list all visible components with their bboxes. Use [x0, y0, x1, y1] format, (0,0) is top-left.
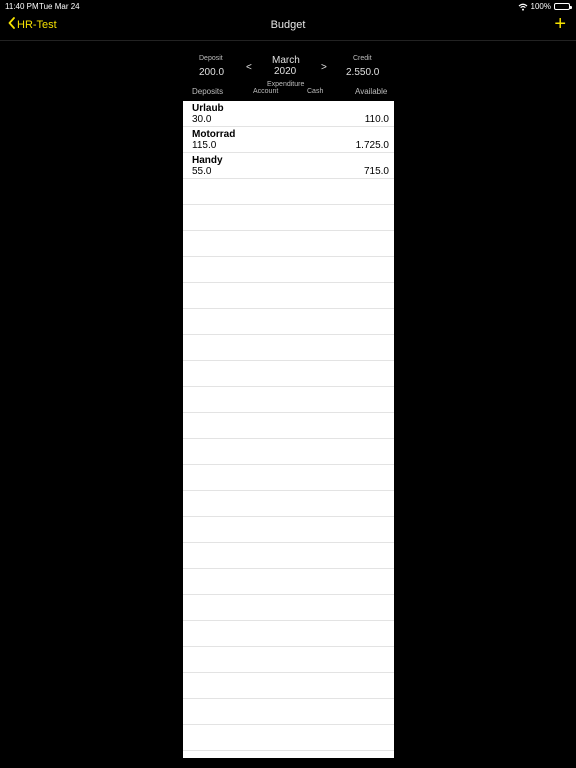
status-bar: 11:40 PM Tue Mar 24 100% [0, 0, 576, 12]
credit-value: 2.550.0 [346, 67, 380, 78]
table-row[interactable]: Motorrad 115.0 1.725.0 [183, 127, 394, 153]
empty-table-row [183, 647, 394, 673]
row-name: Urlaub [192, 103, 224, 114]
month-label: March [272, 55, 300, 66]
expenditure-label: Expenditure [267, 81, 305, 88]
add-button[interactable]: + [554, 14, 566, 34]
wifi-icon [518, 3, 528, 11]
credit-label: Credit [353, 55, 372, 62]
row-name: Motorrad [192, 129, 236, 140]
empty-table-row [183, 205, 394, 231]
empty-table-row [183, 491, 394, 517]
empty-table-row [183, 283, 394, 309]
row-available: 715.0 [363, 166, 389, 177]
empty-table-row [183, 673, 394, 699]
budget-table: Urlaub 30.0 110.0 Motorrad 115.0 1.725.0… [183, 101, 394, 758]
empty-table-row [183, 699, 394, 725]
empty-table-row [183, 517, 394, 543]
available-header: Available [355, 87, 388, 96]
row-amount: 55.0 [192, 166, 212, 177]
empty-table-row [183, 725, 394, 751]
empty-table-row [183, 543, 394, 569]
row-available: 1.725.0 [355, 140, 389, 151]
next-month-button[interactable]: > [321, 62, 327, 73]
empty-table-row [183, 335, 394, 361]
table-row[interactable]: Handy 55.0 715.0 [183, 153, 394, 179]
row-amount: 30.0 [192, 114, 212, 125]
deposit-label: Deposit [199, 55, 223, 62]
cash-header: Cash [307, 88, 324, 95]
empty-table-row [183, 439, 394, 465]
account-header: Account [253, 88, 279, 95]
status-date: Tue Mar 24 [39, 2, 80, 11]
battery-percent: 100% [530, 2, 551, 11]
empty-table-row [183, 413, 394, 439]
status-time: 11:40 PM [5, 2, 39, 11]
year-label: 2020 [274, 66, 297, 77]
budget-summary: Deposit 200.0 < March 2020 > Credit 2.55… [183, 52, 394, 100]
previous-month-button[interactable]: < [246, 62, 252, 73]
table-row[interactable]: Urlaub 30.0 110.0 [183, 101, 394, 127]
row-available: 110.0 [364, 114, 389, 125]
deposits-header: Deposits [192, 87, 224, 96]
navigation-bar: HR-Test Budget + [0, 12, 576, 41]
empty-table-row [183, 387, 394, 413]
empty-table-row [183, 361, 394, 387]
row-amount: 115.0 [192, 140, 217, 151]
empty-table-row [183, 257, 394, 283]
empty-table-row [183, 231, 394, 257]
empty-table-row [183, 621, 394, 647]
empty-table-row [183, 569, 394, 595]
page-title: Budget [270, 19, 306, 31]
status-indicators: 100% [518, 2, 572, 11]
row-name: Handy [192, 155, 223, 166]
empty-table-row [183, 465, 394, 491]
deposit-value: 200.0 [199, 67, 225, 78]
empty-table-row [183, 595, 394, 621]
empty-table-row [183, 179, 394, 205]
empty-table-row [183, 309, 394, 335]
battery-icon [554, 3, 572, 10]
